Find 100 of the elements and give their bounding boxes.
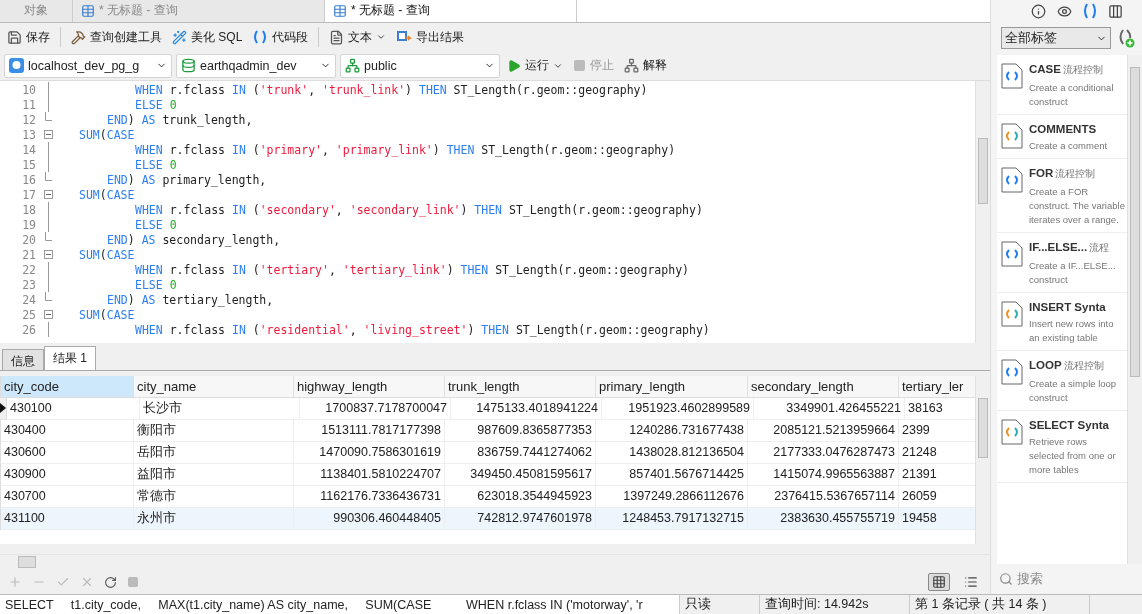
line-number: 12 — [21, 112, 36, 127]
database-icon — [181, 58, 196, 74]
scrollbar[interactable] — [975, 81, 990, 344]
snippet-item[interactable]: IF...ELSE... 流程 Create a IF...ELSE... construct — [997, 233, 1127, 293]
column-header[interactable]: primary_length — [596, 375, 748, 398]
save-icon — [7, 29, 22, 45]
eye-icon[interactable] — [1056, 3, 1072, 19]
line-number: 16 — [21, 172, 36, 187]
column-header[interactable]: city_name — [134, 375, 294, 398]
table-cell: 2177333.0476287473 — [748, 441, 899, 464]
line-number: 10 — [21, 82, 36, 97]
column-header[interactable]: tertiary_ler — [899, 375, 975, 398]
grid-view-button[interactable] — [928, 573, 950, 592]
hammer-icon — [71, 29, 86, 45]
fold-toggle[interactable] — [43, 130, 53, 140]
toolbar-button[interactable]: 保存 — [4, 26, 53, 48]
column-header[interactable]: trunk_length — [445, 375, 596, 398]
toolbar-button[interactable]: 运行 — [504, 55, 566, 77]
snippet-item[interactable]: INSERT Synta Insert new rows into an existing table — [997, 293, 1127, 351]
columns-icon[interactable] — [1107, 3, 1123, 19]
snippet-file-icon — [1001, 419, 1023, 445]
table-cell: 430900 — [1, 463, 134, 486]
table-cell: 742812.9747601978 — [445, 507, 596, 530]
schema-icon — [345, 58, 360, 74]
code-line: WHEN r.fclass IN ('primary', 'primary_link') THEN ST_Length(r.geom::geography) — [134, 142, 676, 157]
grid-icon — [932, 575, 946, 590]
column-header[interactable]: highway_length — [294, 375, 445, 398]
snippet-item[interactable]: SELECT Synta Retrieve rows selected from one or more tables — [997, 411, 1127, 483]
document-tab[interactable]: * 无标题 - 查询 — [325, 0, 577, 22]
info-icon[interactable] — [1030, 3, 1046, 19]
snippet-file-icon — [1001, 301, 1023, 327]
toolbar-button[interactable]: 查询创建工具 — [68, 26, 165, 48]
add-icon[interactable] — [8, 575, 22, 590]
table-cell: 19458 — [899, 507, 975, 530]
code-line: ELSE 0 — [134, 277, 177, 292]
fold-toggle[interactable] — [43, 250, 53, 260]
table-cell: 常德市 — [134, 485, 294, 508]
schema-select[interactable]: public — [340, 53, 500, 78]
snippet-title: IF...ELSE... 流程 — [1029, 241, 1111, 255]
result-tab[interactable]: 信息 — [2, 348, 44, 370]
scrollbar[interactable] — [1127, 55, 1142, 564]
connection-select[interactable]: localhost_dev_pg_g — [4, 53, 172, 78]
code-line: END) AS primary_length, — [106, 172, 267, 187]
fold-end-line — [44, 232, 52, 242]
snippets-tab[interactable] — [1082, 3, 1097, 19]
line-number: 24 — [21, 292, 36, 307]
fold-toggle[interactable] — [43, 190, 53, 200]
table-cell: 长沙市 — [140, 397, 300, 420]
table-cell: 1475133.4018941224 — [451, 397, 602, 420]
tag-filter-select[interactable]: 全部标签 — [1001, 27, 1111, 49]
result-tab[interactable]: 结果 1 — [44, 345, 96, 370]
snippet-title: LOOP 流程控制 — [1029, 359, 1105, 373]
code-line: WHEN r.fclass IN ('residential', 'living_street') THEN ST_Length(r.geom::geography) — [134, 322, 710, 337]
toolbar-button[interactable]: 解释 — [621, 55, 670, 77]
table-cell: 1162176.7336436731 — [294, 485, 445, 508]
snippet-title: COMMENTS — [1029, 123, 1098, 135]
snippet-description: Create a simple loop construct — [1029, 377, 1118, 405]
query-table-icon — [333, 3, 347, 18]
snippet-item[interactable]: COMMENTS Create a comment — [997, 115, 1127, 159]
database-select[interactable]: earthqadmin_dev — [176, 53, 336, 78]
code-line: ELSE 0 — [134, 217, 177, 232]
snippet-title: CASE 流程控制 — [1029, 63, 1104, 77]
table-cell: 1397249.2866112676 — [596, 485, 748, 508]
fold-toggle[interactable] — [43, 310, 53, 320]
toolbar-button[interactable]: 文本 — [326, 26, 390, 48]
table-cell: 987609.8365877353 — [445, 419, 596, 442]
toolbar-button[interactable]: 美化 SQL — [169, 26, 246, 48]
wand-icon — [172, 29, 187, 45]
row-indicator[interactable] — [0, 397, 7, 420]
snippet-item[interactable]: LOOP 流程控制 Create a simple loop construct — [997, 351, 1127, 411]
line-number: 25 — [21, 307, 36, 322]
line-number: 18 — [21, 202, 36, 217]
line-number: 14 — [21, 142, 36, 157]
fold-end-line — [44, 172, 52, 182]
fold-line — [47, 322, 49, 338]
table-cell: 1138401.5810224707 — [294, 463, 445, 486]
stop-icon[interactable] — [127, 576, 139, 589]
table-cell: 430600 — [1, 441, 134, 464]
status-sql: SELECT t1.city_code, MAX(t1.city_name) AS city_name, SUM(CASE WHEN r.fclass IN ('motorway', 'r — [0, 595, 680, 614]
row-pointer-icon — [0, 403, 6, 414]
code-line: SUM(CASE — [78, 127, 135, 142]
snippet-file-icon — [1001, 359, 1023, 385]
snippet-item[interactable]: CASE 流程控制 Create a conditional construct — [997, 55, 1127, 115]
snippet-description: Create a conditional construct — [1029, 81, 1115, 109]
toolbar-button[interactable]: 代码段 — [249, 26, 312, 48]
code-line: SUM(CASE — [78, 247, 135, 262]
refresh-icon[interactable] — [104, 575, 117, 589]
status-mode: 只读 — [680, 595, 760, 614]
line-number: 19 — [21, 217, 36, 232]
query-table-icon — [81, 3, 95, 18]
table-cell: 836759.7441274062 — [445, 441, 596, 464]
table-cell: 衡阳市 — [134, 419, 294, 442]
toolbar-button[interactable]: 导出结果 — [393, 26, 468, 48]
snippet-item[interactable]: FOR 流程控制 Create a FOR construct. The variable iterates over a range. — [997, 159, 1127, 233]
add-snippet-icon[interactable] — [1117, 28, 1135, 48]
snippet-title: SELECT Synta — [1029, 419, 1110, 431]
column-header[interactable]: secondary_length — [748, 375, 899, 398]
scrollbar[interactable] — [0, 554, 990, 571]
table-cell: 2376415.5367657114 — [748, 485, 899, 508]
column-header[interactable]: city_code — [1, 375, 134, 398]
